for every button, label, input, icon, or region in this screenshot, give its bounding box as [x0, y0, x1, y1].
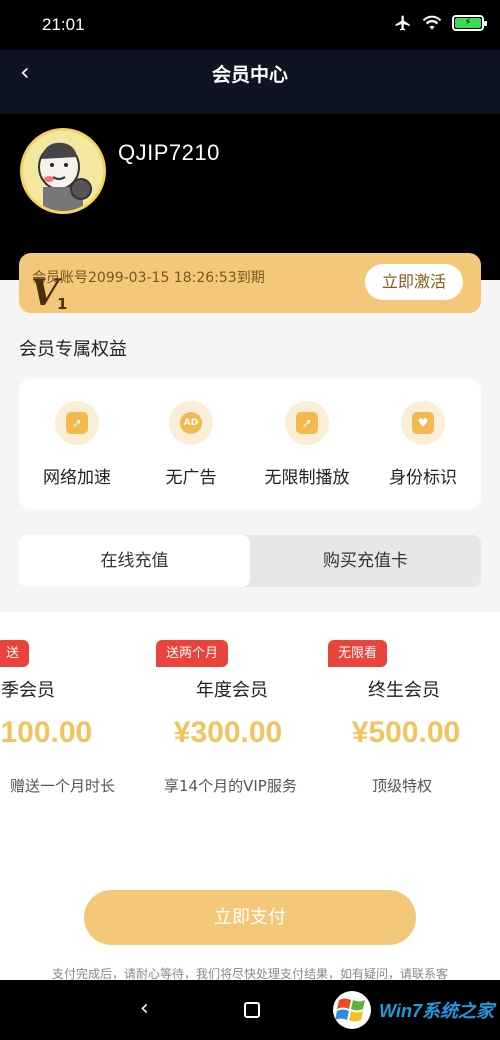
plan-tag: 无限看: [328, 640, 388, 667]
rocket-icon: ➚: [285, 401, 329, 445]
plan-tag: 送两个月: [156, 640, 229, 667]
expire-text: 会员账号2099-03-15 18:26:53到期: [32, 270, 265, 286]
plan-desc: 赠送一个月时长: [10, 777, 116, 795]
windows-logo-icon: [333, 991, 372, 1029]
status-icons: ⚡: [394, 14, 487, 32]
airplane-icon: [395, 15, 410, 31]
plan-price: ¥100.00: [0, 716, 93, 749]
avatar-image: [23, 131, 103, 211]
watermark-text: Win7系统之家: [379, 1001, 494, 1021]
benefit-label: 网络加速: [43, 468, 111, 488]
plan-card-lifetime[interactable]: 无限看 终生会员 ¥500.00 顶级特权: [320, 612, 492, 852]
plan-name: 年度会员: [196, 680, 268, 701]
tab-buy-card[interactable]: 购买充值卡: [250, 535, 481, 587]
benefit-label: 无广告: [165, 468, 217, 488]
battery-icon: ⚡: [452, 15, 487, 31]
benefit-identity: ♥ 身份标识: [365, 401, 481, 488]
wifi-icon: [422, 15, 442, 30]
plan-name: 季会员: [1, 680, 55, 701]
benefits-panel: ➚ 网络加速 AD 无广告 ➚ 无限制播放 ♥ 身份标识: [19, 379, 481, 509]
member-card: 会员账号2099-03-15 18:26:53到期 V 1 立即激活: [19, 253, 481, 313]
plan-name: 终生会员: [368, 680, 440, 701]
avatar[interactable]: [20, 128, 106, 214]
nav-back-icon[interactable]: ‹: [140, 996, 149, 1021]
benefit-label: 身份标识: [389, 468, 457, 488]
page-title: 会员中心: [211, 64, 288, 86]
watermark: Win7系统之家: [329, 990, 494, 1030]
benefit-no-ads: AD 无广告: [133, 401, 249, 488]
plan-desc: 享14个月的VIP服务: [164, 777, 297, 795]
plan-card-quarterly[interactable]: 送 季会员 ¥100.00 赠送一个月时长: [0, 612, 120, 852]
nav-home-icon[interactable]: [244, 1002, 260, 1018]
benefits-title: 会员专属权益: [19, 339, 127, 360]
benefit-label: 无限制播放: [264, 468, 350, 488]
username: QJIP7210: [118, 140, 220, 165]
nav-bar: ‹ 会员中心: [0, 50, 500, 114]
no-ad-icon: AD: [169, 401, 213, 445]
activate-button[interactable]: 立即激活: [365, 264, 463, 300]
plan-tag: 送: [0, 640, 30, 667]
pay-button[interactable]: 立即支付: [84, 890, 416, 945]
benefit-network-speed: ➚ 网络加速: [19, 401, 135, 488]
rocket-icon: ➚: [55, 401, 99, 445]
badge-icon: ♥: [401, 401, 445, 445]
plan-card-yearly[interactable]: 送两个月 年度会员 ¥300.00 享14个月的VIP服务: [148, 612, 320, 852]
plan-price: ¥300.00: [173, 716, 283, 749]
vip-level-number: 1: [57, 295, 68, 313]
recharge-tabs: 在线充值 购买充值卡: [19, 535, 481, 587]
status-bar: 21:01 ⚡: [0, 0, 500, 50]
benefit-unlimited-play: ➚ 无限制播放: [249, 401, 365, 488]
plan-price: ¥500.00: [351, 716, 461, 749]
system-nav-bar: ‹ ≡ Win7系统之家: [0, 980, 500, 1040]
status-time: 21:01: [42, 15, 85, 34]
plan-desc: 顶级特权: [372, 777, 433, 795]
tab-online-recharge[interactable]: 在线充值: [19, 535, 250, 587]
vip-level-badge: V: [31, 272, 59, 313]
